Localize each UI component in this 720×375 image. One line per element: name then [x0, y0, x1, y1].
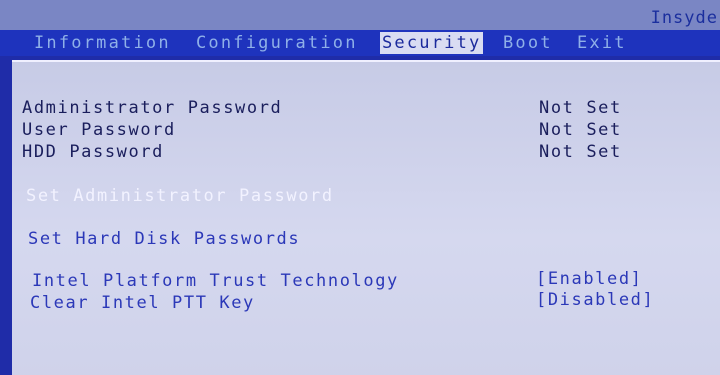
set-admin-password-item[interactable]: Set Administrator Password: [26, 186, 334, 206]
title-bar: Insyde: [0, 0, 720, 30]
tab-exit[interactable]: Exit: [577, 32, 627, 54]
user-password-label: User Password: [22, 120, 176, 140]
tab-boot[interactable]: Boot: [503, 32, 553, 54]
admin-password-label: Administrator Password: [22, 98, 283, 118]
clear-ptt-key-value[interactable]: [Disabled]: [536, 290, 654, 310]
security-panel: Administrator Password Not Set User Pass…: [12, 60, 720, 375]
intel-ptt-label[interactable]: Intel Platform Trust Technology: [32, 271, 399, 291]
tab-security[interactable]: Security: [380, 32, 484, 54]
set-hdd-passwords-item[interactable]: Set Hard Disk Passwords: [28, 229, 300, 249]
tab-information[interactable]: Information: [34, 32, 171, 54]
user-password-status: Not Set: [539, 120, 622, 140]
menu-bar: Information Configuration Security Boot …: [0, 30, 720, 56]
clear-ptt-key-label[interactable]: Clear Intel PTT Key: [30, 293, 255, 313]
hdd-password-label: HDD Password: [22, 142, 165, 162]
vendor-name: Insyde: [650, 8, 718, 28]
bios-screen: Insyde Information Configuration Securit…: [0, 0, 720, 375]
tab-configuration[interactable]: Configuration: [196, 32, 358, 54]
intel-ptt-value[interactable]: [Enabled]: [536, 269, 643, 289]
admin-password-status: Not Set: [539, 98, 622, 118]
hdd-password-status: Not Set: [539, 142, 622, 162]
